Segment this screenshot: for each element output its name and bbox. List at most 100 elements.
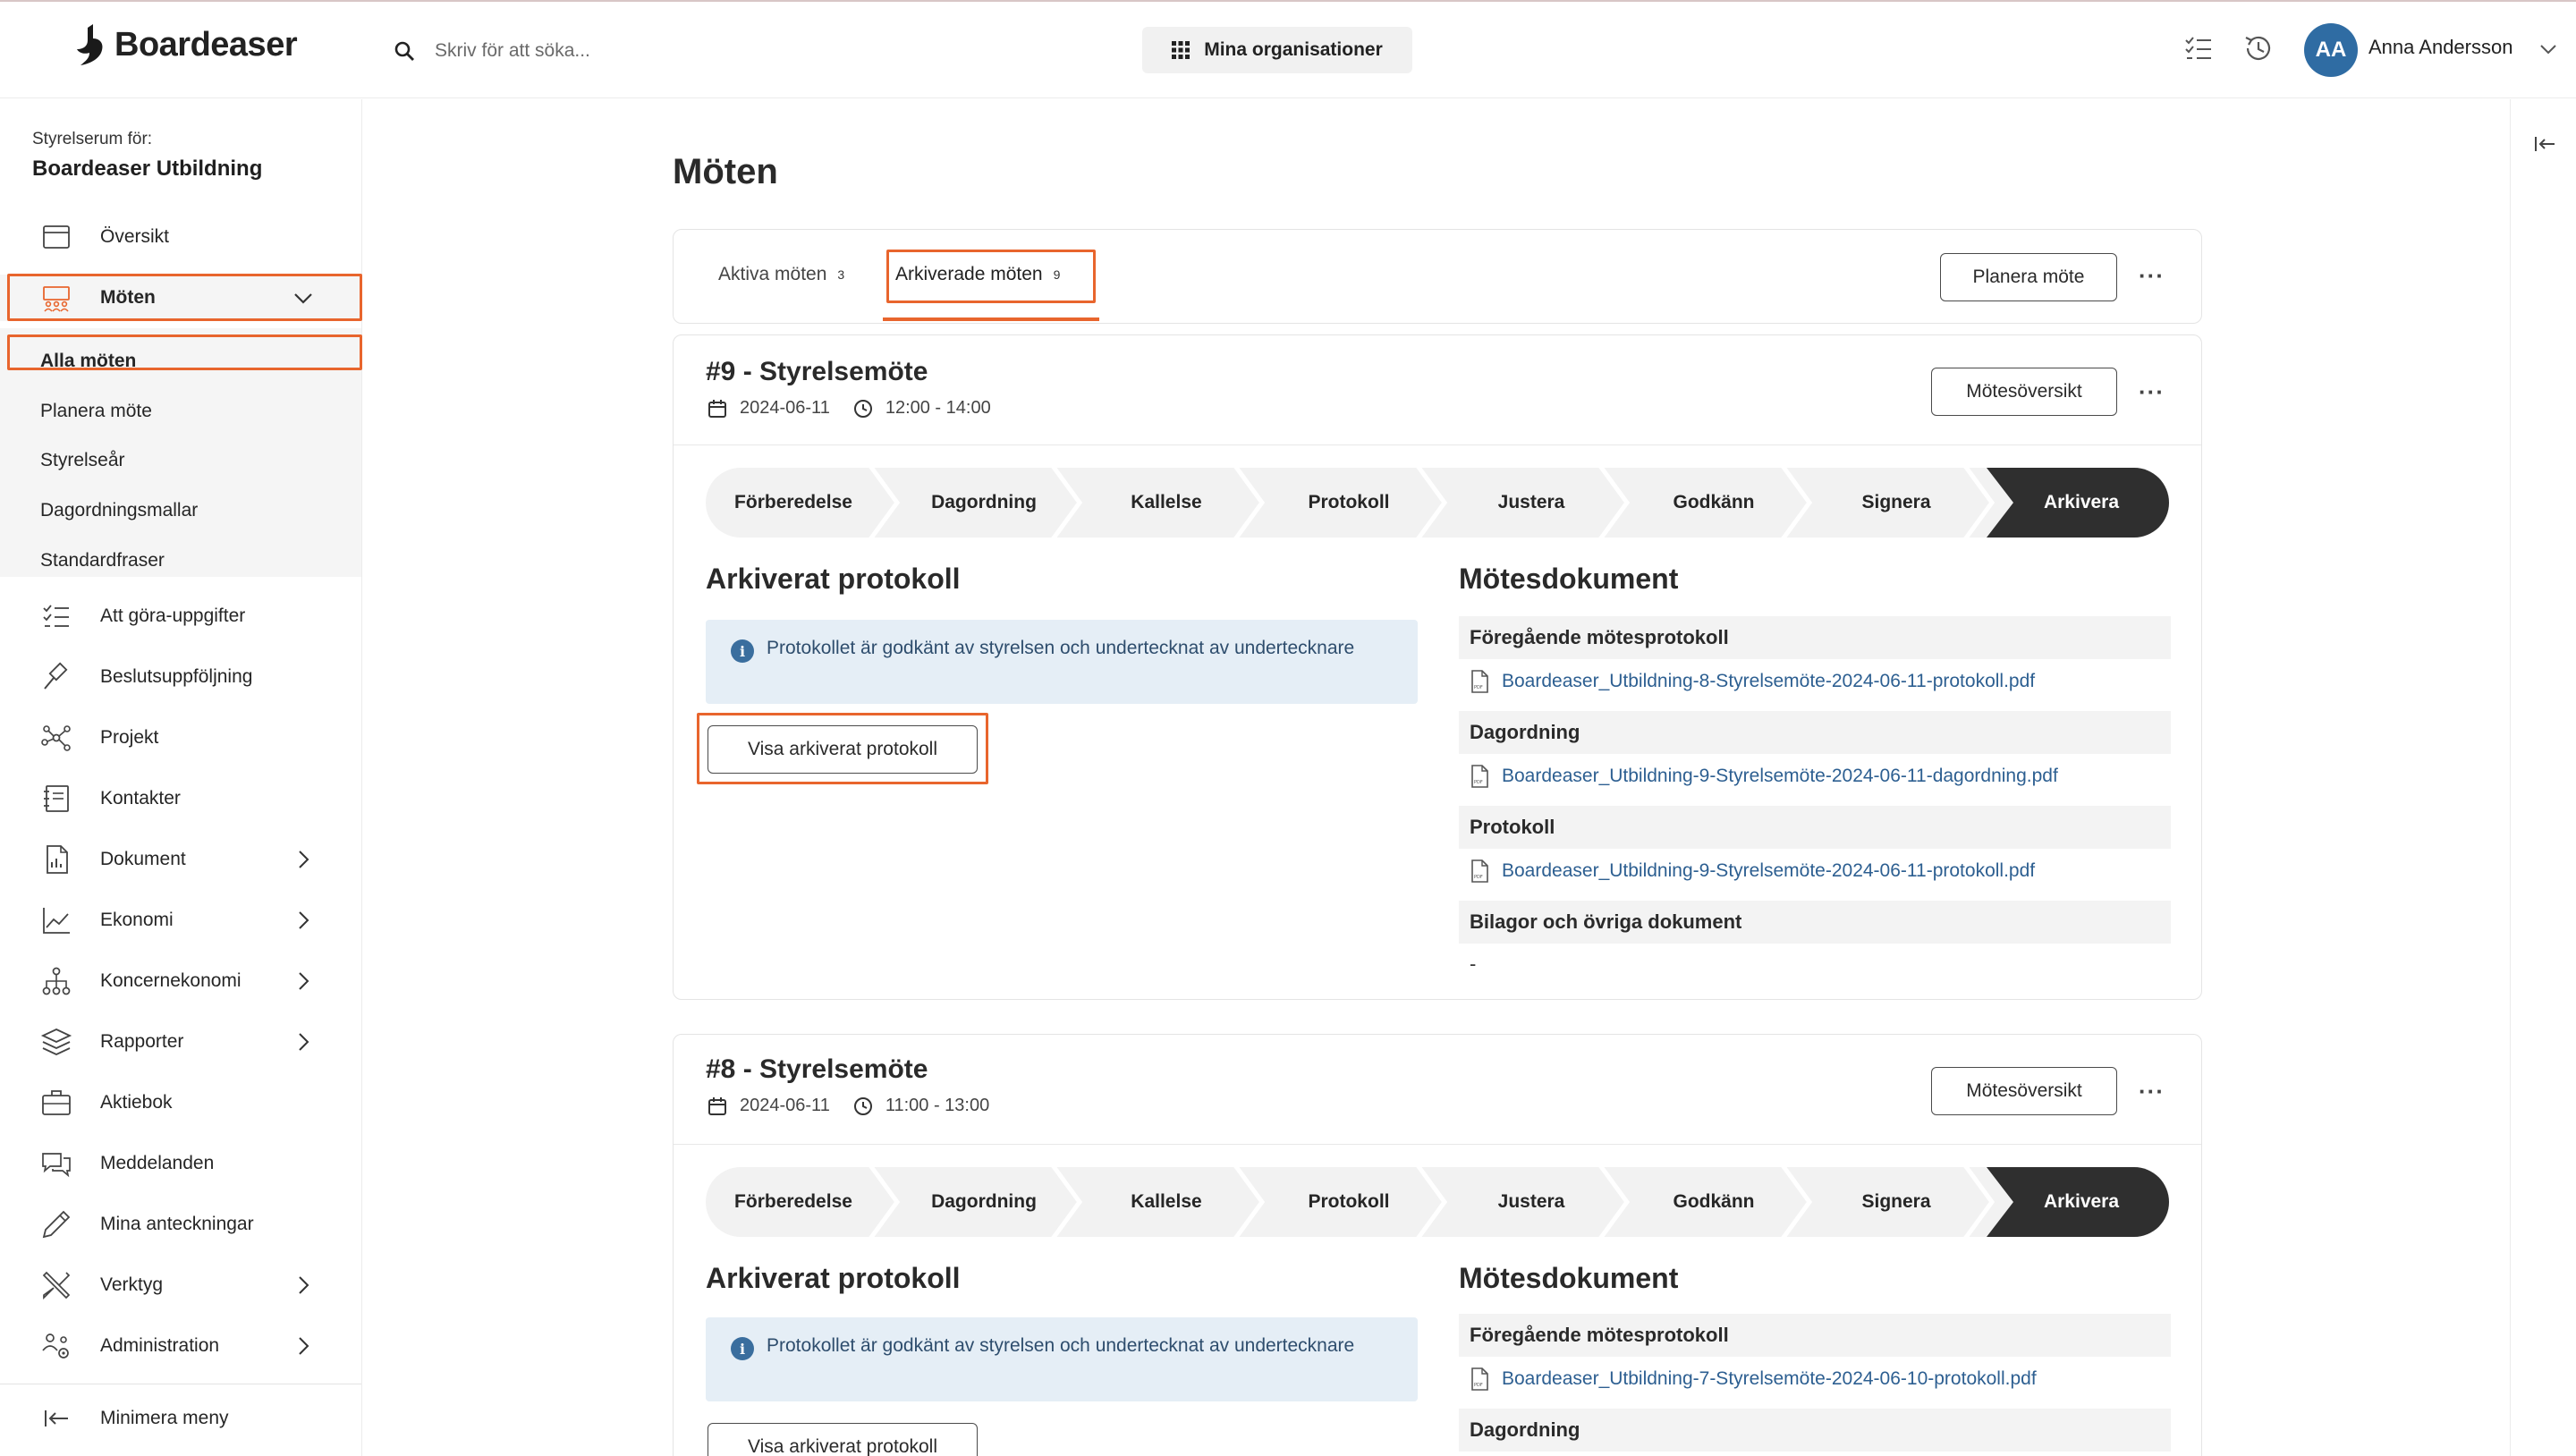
tab-aktiva-moten[interactable]: Aktiva möten 3 [718,264,844,285]
sub-item-styrelsear[interactable]: Styrelseår [40,450,125,471]
chevron-right-icon[interactable] [292,848,315,871]
doc-filename: Boardeaser_Utbildning-9-Styrelsemöte-202… [1502,766,2058,786]
meeting-card-9: #9 - Styrelsemöte 2024-06-11 12:00 - 14:… [673,334,2202,1000]
layers-icon [40,1029,72,1055]
avatar[interactable]: AA [2304,23,2358,77]
sidebar-item-mina-anteckningar[interactable]: Mina anteckningar [0,1201,361,1248]
sidebar-item-att-gora[interactable]: Att göra-uppgifter [0,593,361,639]
chevron-right-icon[interactable] [292,909,315,932]
step-kallelse[interactable]: Kallelse [1071,1167,1262,1237]
task-list-icon[interactable] [2182,32,2215,64]
clock-icon [853,399,872,418]
meeting-overview-button[interactable]: Mötesöversikt [1931,368,2117,416]
tools-icon [42,1271,71,1300]
info-box: i Protokollet är godkänt av styrelsen oc… [706,1317,1418,1401]
chevron-right-icon[interactable] [292,1334,315,1358]
step-signera[interactable]: Signera [1801,468,1992,538]
tab-label: Aktiva möten [718,264,827,284]
sidebar-item-beslutsuppfoljning[interactable]: Beslutsuppföljning [0,654,361,700]
doc-link[interactable]: PDF Boardeaser_Utbildning-7-Styrelsemöte… [1470,1367,2037,1391]
step-godkann[interactable]: Godkänn [1618,1167,1809,1237]
sidebar-item-administration[interactable]: Administration [0,1323,361,1369]
step-arkivera[interactable]: Arkivera [1994,468,2169,538]
meeting-overview-button[interactable]: Mötesöversikt [1931,1067,2117,1115]
step-justera[interactable]: Justera [1436,1167,1627,1237]
collapse-panel-icon[interactable] [2532,131,2557,157]
sidebar: Styrelserum för: Boardeaser Utbildning Ö… [0,99,362,1456]
step-signera[interactable]: Signera [1801,1167,1992,1237]
sidebar-item-koncernekonomi[interactable]: Koncernekonomi [0,958,361,1004]
page-title: Möten [673,152,778,191]
view-archived-protocol-button[interactable]: Visa arkiverat protokoll [708,1423,978,1456]
step-forberedelse[interactable]: Förberedelse [706,468,881,538]
pencil-icon [42,1210,71,1239]
doc-section-heading: Protokoll [1459,806,2171,849]
pdf-file-icon: PDF [1471,859,1488,883]
chevron-right-icon[interactable] [292,969,315,993]
sidebar-item-ekonomi[interactable]: Ekonomi [0,897,361,944]
sidebar-item-projekt[interactable]: Projekt [0,715,361,761]
meeting-title: #9 - Styrelsemöte [706,357,928,386]
step-dagordning[interactable]: Dagordning [888,1167,1080,1237]
step-kallelse[interactable]: Kallelse [1071,468,1262,538]
minimize-menu-button[interactable]: Minimera meny [0,1395,361,1442]
sidebar-item-dokument[interactable]: Dokument [0,836,361,883]
sidebar-item-kontakter[interactable]: Kontakter [0,775,361,822]
doc-link[interactable]: PDF Boardeaser_Utbildning-9-Styrelsemöte… [1470,859,2035,883]
archived-protocol-heading: Arkiverat protokoll [706,563,961,595]
document-icon [47,845,68,874]
meetings-submenu: Alla möten Planera möte Styrelseår Dagor… [0,328,361,577]
sidebar-item-label: Rapporter [100,1031,184,1052]
hierarchy-icon [42,967,71,995]
chevron-down-icon[interactable] [2537,38,2560,61]
chevron-right-icon[interactable] [292,1030,315,1054]
tab-arkiverade-moten[interactable]: Arkiverade möten 9 [895,264,1060,285]
sidebar-item-label: Meddelanden [100,1153,215,1173]
sidebar-item-meddelanden[interactable]: Meddelanden [0,1140,361,1187]
my-organisations-button[interactable]: Mina organisationer [1142,27,1412,73]
user-name[interactable]: Anna Andersson [2368,36,2512,59]
more-options-icon[interactable]: ··· [2139,264,2165,287]
svg-text:PDF: PDF [1474,875,1483,880]
sidebar-item-label: Projekt [100,727,159,748]
chevron-right-icon[interactable] [292,1274,315,1297]
history-icon[interactable] [2242,32,2275,64]
chevron-down-icon[interactable] [292,286,315,309]
doc-link[interactable]: PDF Boardeaser_Utbildning-9-Styrelsemöte… [1470,765,2058,788]
sidebar-item-aktiebok[interactable]: Aktiebok [0,1079,361,1126]
step-arkivera[interactable]: Arkivera [1994,1167,2169,1237]
meeting-progress-steps: Förberedelse Dagordning Kallelse Protoko… [706,468,2169,538]
search-bar[interactable] [394,29,810,73]
step-dagordning[interactable]: Dagordning [888,468,1080,538]
search-input[interactable] [435,40,810,62]
view-archived-protocol-button[interactable]: Visa arkiverat protokoll [708,725,978,774]
step-protokoll[interactable]: Protokoll [1253,468,1445,538]
plan-meeting-button[interactable]: Planera möte [1940,253,2117,301]
sub-item-alla-moten[interactable]: Alla möten [40,351,136,372]
step-justera[interactable]: Justera [1436,468,1627,538]
sub-item-planera-mote[interactable]: Planera möte [40,401,152,422]
svg-text:PDF: PDF [1474,780,1483,785]
doc-filename: Boardeaser_Utbildning-7-Styrelsemöte-202… [1502,1368,2037,1389]
step-forberedelse[interactable]: Förberedelse [706,1167,881,1237]
contacts-icon [44,785,69,812]
tab-count: 3 [837,267,845,282]
sub-item-dagordningsmallar[interactable]: Dagordningsmallar [40,500,198,521]
sidebar-item-oversikt[interactable]: Översikt [0,214,361,260]
meeting-documents-heading: Mötesdokument [1459,1262,1679,1294]
more-options-icon[interactable]: ··· [2139,380,2165,403]
sidebar-item-moten[interactable]: Möten [0,275,361,321]
sub-item-standardfraser[interactable]: Standardfraser [40,550,165,571]
logo[interactable]: Boardeaser [73,21,298,68]
logo-mark-icon [77,24,103,65]
step-godkann[interactable]: Godkänn [1618,468,1809,538]
card-divider [674,1144,2201,1145]
right-panel-strip [2510,99,2576,1456]
doc-link[interactable]: PDF Boardeaser_Utbildning-8-Styrelsemöte… [1470,670,2035,693]
sidebar-item-rapporter[interactable]: Rapporter [0,1019,361,1065]
sidebar-item-verktyg[interactable]: Verktyg [0,1262,361,1308]
search-icon [394,41,414,61]
meeting-card-8: #8 - Styrelsemöte 2024-06-11 11:00 - 13:… [673,1034,2202,1456]
step-protokoll[interactable]: Protokoll [1253,1167,1445,1237]
more-options-icon[interactable]: ··· [2139,1079,2165,1103]
